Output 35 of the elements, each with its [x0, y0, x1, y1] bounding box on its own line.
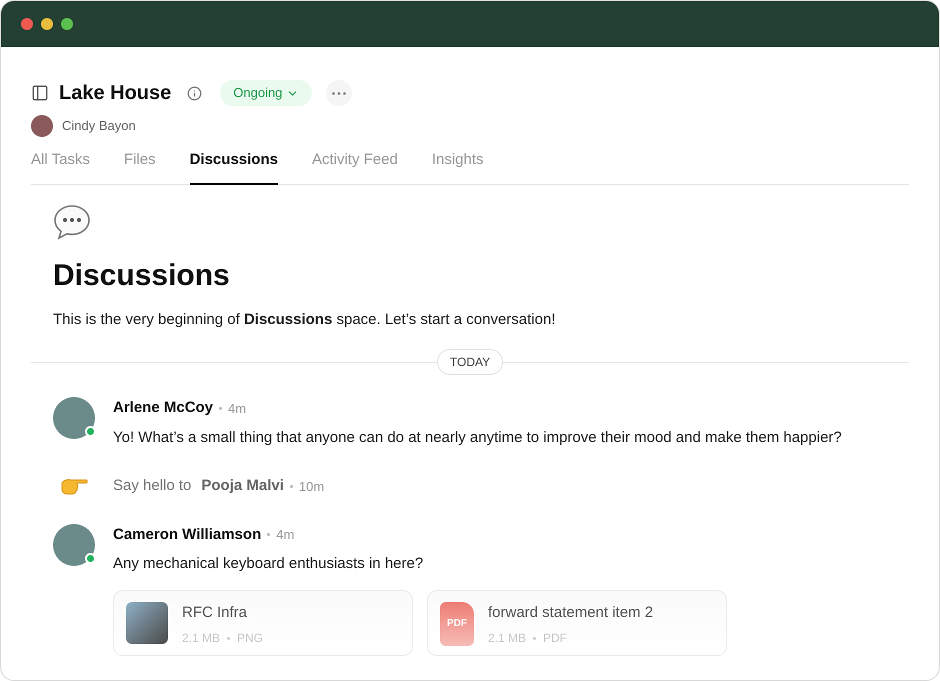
message-text: Any mechanical keyboard enthusiasts in here?: [113, 554, 424, 574]
message-time: 4m: [276, 526, 294, 544]
close-window-button[interactable]: [21, 18, 33, 30]
sidebar-toggle-icon[interactable]: [31, 84, 49, 102]
owner-avatar: [31, 115, 53, 137]
event-time: 10m: [298, 478, 324, 496]
owner-name: Cindy Bayon: [62, 117, 136, 136]
pdf-file-icon: PDF: [440, 602, 474, 646]
tab[interactable]: Insights: [432, 149, 484, 184]
section-title: Discussions: [53, 260, 231, 290]
speech-bubble-icon: [53, 202, 91, 240]
message-text: Yo! What’s a small thing that anyone can do at nearly anytime to improve their mood and make them happier?: [113, 428, 842, 448]
user-name: Pooja Malvi: [201, 476, 284, 496]
avatar: [53, 397, 95, 439]
tab[interactable]: All Tasks: [31, 149, 90, 184]
attachment-name: RFC Infra: [182, 602, 248, 622]
author-name: Cameron Williamson: [113, 524, 262, 544]
tab[interactable]: Discussions: [190, 149, 278, 184]
image-thumbnail: [126, 602, 168, 644]
pointing-hand-icon: [60, 477, 88, 496]
minimize-window-button[interactable]: [41, 18, 53, 30]
avatar: [53, 524, 95, 566]
date-divider-label: TODAY: [436, 349, 504, 375]
message-time: 4m: [228, 400, 246, 418]
intro-text: This is the very beginning of Discussions space. Let’s start a conversation!: [53, 310, 556, 330]
event-text: Say hello to: [113, 476, 192, 496]
attachment-name: forward statement item 2: [488, 602, 654, 622]
status-dropdown[interactable]: Ongoing: [220, 80, 312, 106]
info-icon[interactable]: [187, 86, 202, 100]
tab[interactable]: Activity Feed: [312, 149, 398, 184]
author-name: Arlene McCoy: [113, 398, 214, 418]
tab[interactable]: Files: [124, 149, 156, 184]
maximize-window-button[interactable]: [61, 18, 73, 30]
project-title: Lake House: [59, 81, 172, 106]
more-icon: [332, 92, 346, 94]
